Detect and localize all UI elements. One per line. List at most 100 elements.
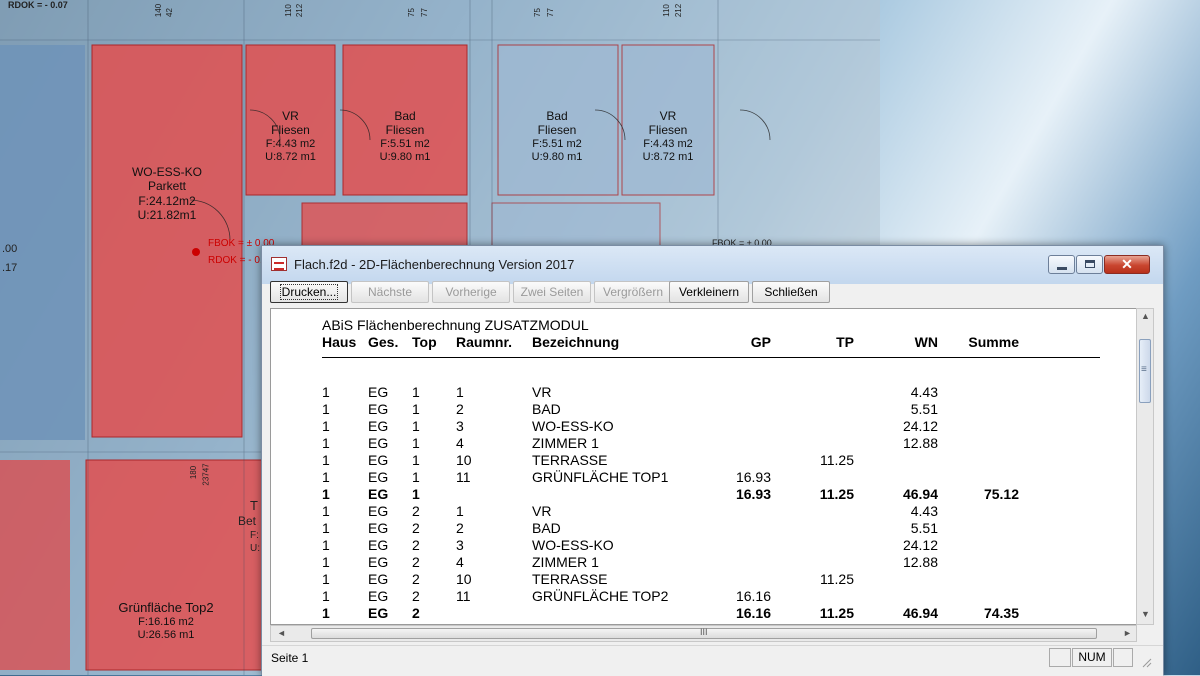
cad-dim: 77 — [419, 8, 429, 17]
table-row: 1 EG 1 4 ZIMMER 1 12.88 — [271, 435, 1136, 452]
cell-raumnr: 4 — [456, 435, 464, 451]
cell-ges: EG — [368, 418, 389, 434]
cell-ges: EG — [368, 486, 389, 502]
cell-bezeichnung: GRÜNFLÄCHE TOP1 — [532, 469, 669, 485]
cell-gp: 16.93 — [735, 469, 771, 485]
column-header-gp: GP — [750, 334, 771, 350]
cell-wn: 12.88 — [902, 554, 938, 570]
column-header-ges: Ges. — [368, 334, 399, 350]
close-preview-button[interactable]: Schließen — [752, 281, 830, 303]
table-row: 1 EG 2 4 ZIMMER 1 12.88 — [271, 554, 1136, 571]
cell-haus: 1 — [322, 452, 330, 468]
cad-dim: 75 — [406, 8, 416, 17]
column-header-tp: TP — [836, 334, 854, 350]
scroll-left-icon[interactable]: ◄ — [277, 628, 286, 638]
cad-dim: 212 — [295, 3, 305, 18]
room-label-bad-left: Bad Fliesen F:5.51 m2 U:9.80 m1 — [379, 109, 431, 163]
cell-top: 1 — [412, 486, 420, 502]
vertical-scrollbar[interactable]: ▲ ≡ ▼ — [1136, 308, 1154, 625]
scroll-down-icon[interactable]: ▼ — [1141, 609, 1150, 619]
zoom-in-button[interactable]: Vergrößern — [594, 281, 672, 303]
vertical-scroll-thumb[interactable]: ≡ — [1139, 339, 1151, 403]
report-header-row: Haus Ges. Top Raumnr. Bezeichnung GP TP WN Summe — [271, 334, 1136, 352]
cell-ges: EG — [368, 520, 389, 536]
room-label-vr-right: VR Fliesen F:4.43 m2 U:8.72 m1 — [642, 109, 694, 163]
cell-top: 2 — [412, 520, 420, 536]
two-pages-button[interactable]: Zwei Seiten — [513, 281, 591, 303]
cell-raumnr: 10 — [456, 452, 472, 468]
zoom-out-button[interactable]: Verkleinern — [669, 281, 749, 303]
cell-gp: 16.16 — [735, 605, 771, 621]
cad-dim: 212 — [674, 3, 684, 18]
cell-raumnr: 2 — [456, 401, 464, 417]
cell-haus: 1 — [322, 588, 330, 604]
print-preview-window: Flach.f2d - 2D-Flächenberechnung Version… — [261, 245, 1164, 676]
column-header-wn: WN — [914, 334, 938, 350]
cell-haus: 1 — [322, 520, 330, 536]
report-title: ABiS Flächenberechnung ZUSATZMODUL — [322, 317, 589, 333]
cad-dim: 110 — [661, 4, 671, 17]
cell-haus: 1 — [322, 384, 330, 400]
horizontal-scrollbar[interactable]: ◄ III ► — [270, 625, 1137, 642]
cad-top-label: RDOK = - 0.07 — [8, 0, 68, 10]
cell-haus: 1 — [322, 435, 330, 451]
cell-bezeichnung: TERRASSE — [532, 452, 608, 468]
minimize-icon — [1057, 267, 1067, 270]
cell-haus: 1 — [322, 486, 330, 502]
table-row: 1 EG 1 3 WO-ESS-KO 24.12 — [271, 418, 1136, 435]
maximize-button[interactable] — [1076, 255, 1103, 274]
resize-grip-icon[interactable] — [1140, 656, 1152, 671]
cell-bezeichnung: VR — [532, 384, 552, 400]
cad-dim: 77 — [545, 8, 555, 17]
header-rule — [322, 357, 1100, 358]
previous-page-button[interactable]: Vorherige — [432, 281, 510, 303]
minimize-button[interactable] — [1048, 255, 1075, 274]
room-label-bad-right: Bad Fliesen F:5.51 m2 U:9.80 m1 — [531, 109, 583, 163]
cell-ges: EG — [368, 401, 389, 417]
cell-tp: 11.25 — [820, 452, 854, 468]
cad-dim: 140 — [154, 3, 164, 18]
partial-room-label: F: — [250, 530, 259, 541]
cell-raumnr: 1 — [456, 503, 464, 519]
partial-room-label: T — [250, 498, 258, 513]
cell-bezeichnung: WO-ESS-KO — [532, 537, 614, 553]
room-label-vr-left: VR Fliesen F:4.43 m2 U:8.72 m1 — [265, 109, 316, 163]
cell-wn: 24.12 — [902, 537, 938, 553]
cell-summe: 75.12 — [983, 486, 1019, 502]
cell-wn: 12.88 — [902, 435, 938, 451]
preview-page[interactable]: ABiS Flächenberechnung ZUSATZMODUL Haus G… — [270, 308, 1137, 625]
cell-top: 1 — [412, 418, 420, 434]
cell-bezeichnung: WO-ESS-KO — [532, 418, 614, 434]
cell-raumnr: 1 — [456, 384, 464, 400]
close-button[interactable]: ✕ — [1104, 255, 1150, 274]
cell-haus: 1 — [322, 503, 330, 519]
cell-haus: 1 — [322, 537, 330, 553]
table-row: 1 EG 2 1 VR 4.43 — [271, 503, 1136, 520]
partial-room-label: U: — [250, 543, 260, 554]
cell-haus: 1 — [322, 469, 330, 485]
table-row: 1 EG 2 3 WO-ESS-KO 24.12 — [271, 537, 1136, 554]
cell-ges: EG — [368, 469, 389, 485]
room-label-wo-ess-ko: WO-ESS-KO Parkett F:24.12m2 U:21.82m1 — [131, 165, 202, 223]
title-bar[interactable]: Flach.f2d - 2D-Flächenberechnung Version… — [262, 246, 1163, 285]
resize-grip-graphic — [1142, 658, 1152, 668]
print-button[interactable]: Drucken... — [270, 281, 348, 303]
next-page-button[interactable]: Nächste — [351, 281, 429, 303]
cell-ges: EG — [368, 537, 389, 553]
scroll-up-icon[interactable]: ▲ — [1141, 311, 1150, 321]
cell-raumnr: 2 — [456, 520, 464, 536]
cad-left-number: .17 — [2, 262, 18, 274]
horizontal-scroll-thumb[interactable]: III — [311, 627, 1097, 639]
column-header-haus: Haus — [322, 334, 357, 350]
cell-haus: 1 — [322, 418, 330, 434]
cad-dim: 75 — [532, 8, 542, 17]
cell-raumnr: 11 — [456, 469, 471, 485]
cad-dim: 42 — [164, 8, 174, 17]
table-row: 1 EG 1 10 TERRASSE 11.25 — [271, 452, 1136, 469]
app-icon[interactable] — [271, 257, 287, 271]
table-row: 1 EG 1 1 VR 4.43 — [271, 384, 1136, 401]
cell-bezeichnung: ZIMMER 1 — [532, 554, 599, 570]
scroll-right-icon[interactable]: ► — [1123, 628, 1132, 638]
table-row: 1 EG 2 2 BAD 5.51 — [271, 520, 1136, 537]
cad-left-number: .00 — [2, 243, 18, 255]
